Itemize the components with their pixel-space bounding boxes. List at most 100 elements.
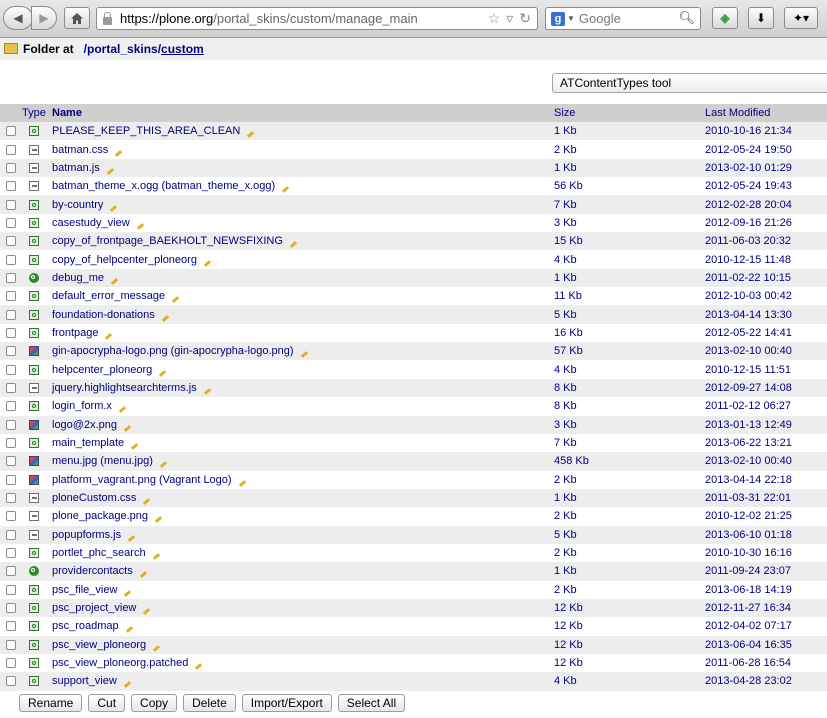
row-name-link[interactable]: psc_project_view — [52, 602, 136, 614]
size-header[interactable]: Size — [554, 104, 705, 122]
row-checkbox[interactable] — [6, 181, 16, 192]
pencil-icon[interactable] — [115, 149, 123, 157]
row-name-link[interactable]: portlet_phc_search — [52, 547, 146, 559]
template-icon[interactable] — [29, 438, 39, 449]
template-icon[interactable] — [29, 639, 39, 650]
pencil-icon[interactable] — [143, 498, 151, 505]
template-icon[interactable] — [29, 291, 39, 302]
row-name-link[interactable]: batman.js — [52, 162, 100, 174]
template-icon[interactable] — [29, 254, 39, 265]
pencil-icon[interactable] — [143, 608, 151, 616]
row-name-link[interactable]: platform_vagrant.png (Vagrant Logo) — [52, 474, 232, 486]
row-name-link[interactable]: PLEASE_KEEP_THIS_AREA_CLEAN — [52, 125, 240, 137]
cut-button[interactable]: Cut — [88, 694, 126, 712]
row-name-link[interactable]: debug_me — [52, 272, 104, 284]
row-checkbox[interactable] — [6, 566, 16, 577]
file-icon[interactable] — [29, 181, 39, 192]
template-icon[interactable] — [29, 676, 39, 687]
search-bar[interactable]: g ▼ Google 🔍︎ — [545, 7, 701, 30]
template-icon[interactable] — [29, 548, 39, 559]
row-name-link[interactable]: psc_file_view — [52, 584, 117, 596]
template-icon[interactable] — [29, 603, 39, 614]
row-name-link[interactable]: batman.css — [52, 144, 108, 156]
pencil-icon[interactable] — [247, 131, 255, 139]
pencil-icon[interactable] — [238, 479, 246, 487]
pencil-icon[interactable] — [152, 553, 160, 560]
row-name-link[interactable]: logo@2x.png — [52, 419, 117, 431]
google-icon[interactable]: g — [551, 11, 565, 26]
row-name-link[interactable]: providercontacts — [52, 565, 133, 577]
row-checkbox[interactable] — [6, 658, 16, 669]
row-checkbox[interactable] — [6, 419, 16, 430]
pencil-icon[interactable] — [110, 204, 118, 212]
url-bar[interactable]: https://plone.org/portal_skins/custom/ma… — [96, 7, 538, 30]
row-checkbox[interactable] — [6, 327, 16, 338]
template-icon[interactable] — [29, 621, 39, 632]
row-name-link[interactable]: by-country — [52, 199, 103, 211]
row-name-link[interactable]: menu.jpg (menu.jpg) — [52, 455, 153, 467]
pencil-icon[interactable] — [131, 443, 139, 450]
row-checkbox[interactable] — [6, 676, 16, 687]
pencil-icon[interactable] — [125, 626, 133, 634]
row-name-link[interactable]: jquery.highlightsearchterms.js — [52, 382, 197, 394]
row-checkbox[interactable] — [6, 529, 16, 540]
image-icon[interactable] — [29, 474, 39, 485]
template-icon[interactable] — [29, 126, 39, 137]
row-checkbox[interactable] — [6, 438, 16, 449]
row-checkbox[interactable] — [6, 162, 16, 173]
row-name-link[interactable]: ploneCustom.css — [52, 492, 136, 504]
row-name-link[interactable]: psc_view_ploneorg.patched — [52, 657, 188, 669]
pencil-icon[interactable] — [136, 222, 144, 230]
pencil-icon[interactable] — [118, 406, 127, 414]
search-engine-dropdown-icon[interactable]: ▼ — [567, 14, 575, 23]
row-name-link[interactable]: copy_of_frontpage_BAEKHOLT_NEWSFIXING — [52, 235, 283, 247]
row-checkbox[interactable] — [6, 236, 16, 247]
pencil-icon[interactable] — [159, 369, 167, 377]
row-checkbox[interactable] — [6, 382, 16, 393]
pencil-icon[interactable] — [110, 278, 119, 285]
pencil-icon[interactable] — [105, 333, 113, 340]
template-icon[interactable] — [29, 364, 39, 375]
row-checkbox[interactable] — [6, 548, 16, 559]
type-header[interactable]: Type — [0, 104, 52, 122]
image-icon[interactable] — [29, 456, 39, 467]
search-input[interactable]: Google — [579, 11, 621, 26]
template-icon[interactable] — [29, 199, 39, 210]
pencil-icon[interactable] — [123, 681, 131, 689]
python-script-icon[interactable] — [29, 566, 39, 577]
pencil-icon[interactable] — [171, 296, 180, 304]
row-name-link[interactable]: helpcenter_ploneorg — [52, 364, 152, 376]
row-name-link[interactable]: support_view — [52, 675, 117, 687]
copy-button[interactable]: Copy — [131, 694, 178, 712]
import-export-button[interactable]: Import/Export — [241, 694, 332, 712]
pencil-icon[interactable] — [139, 571, 147, 579]
pencil-icon[interactable] — [154, 516, 163, 524]
file-icon[interactable] — [29, 493, 39, 504]
row-checkbox[interactable] — [6, 511, 16, 522]
row-name-link[interactable]: psc_view_ploneorg — [52, 639, 146, 651]
row-name-link[interactable]: copy_of_helpcenter_ploneorg — [52, 254, 197, 266]
delete-button[interactable]: Delete — [183, 694, 236, 712]
template-icon[interactable] — [29, 217, 39, 228]
row-checkbox[interactable] — [6, 603, 16, 614]
pencil-icon[interactable] — [153, 644, 161, 652]
row-checkbox[interactable] — [6, 217, 16, 228]
pencil-icon[interactable] — [124, 589, 132, 597]
template-icon[interactable] — [29, 236, 39, 247]
row-checkbox[interactable] — [6, 456, 16, 467]
menu-button[interactable]: ✦▾ — [784, 7, 818, 29]
python-script-icon[interactable] — [29, 272, 39, 283]
row-checkbox[interactable] — [6, 639, 16, 650]
row-name-link[interactable]: default_error_message — [52, 290, 165, 302]
row-checkbox[interactable] — [6, 199, 16, 210]
file-icon[interactable] — [29, 382, 39, 393]
pencil-icon[interactable] — [161, 314, 169, 322]
row-name-link[interactable]: plone_package.png — [52, 510, 148, 522]
file-icon[interactable] — [29, 511, 39, 522]
row-checkbox[interactable] — [6, 291, 16, 302]
download-button[interactable]: ⬇ — [748, 7, 774, 29]
search-icon[interactable]: 🔍︎ — [678, 10, 695, 26]
row-name-link[interactable]: gin-apocrypha-logo.png (gin-apocrypha-lo… — [52, 345, 294, 357]
forward-button[interactable]: ▶ — [31, 6, 57, 30]
row-name-link[interactable]: main_template — [52, 437, 124, 449]
